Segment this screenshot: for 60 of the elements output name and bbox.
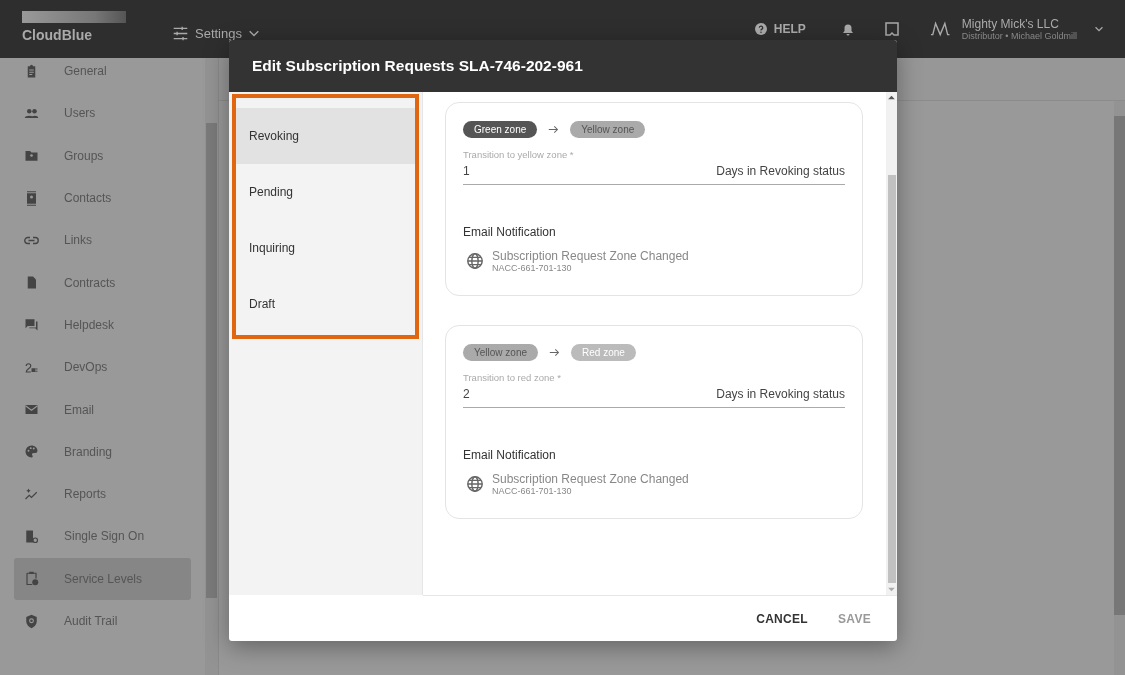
status-tab[interactable]: Pending	[236, 164, 415, 220]
sidebar-item[interactable]: Contacts	[14, 176, 191, 220]
dialog-title: Edit Subscription Requests SLA-746-202-961	[252, 57, 583, 75]
logo-bar-icon	[22, 11, 126, 23]
account-name: Mighty Mick's LLC	[961, 17, 1060, 31]
notification-title: Subscription Request Zone Changed	[492, 249, 689, 263]
help-button[interactable]: HELP	[754, 22, 806, 36]
status-tab[interactable]: Inquiring	[236, 220, 415, 276]
sparkle-chart-icon	[24, 486, 39, 502]
zone-chip: Yellow zone	[570, 121, 646, 138]
section-heading: Email Notification	[463, 448, 557, 462]
globe-icon	[466, 475, 484, 493]
days-field[interactable]: Transition to yellow zone * 1 Days in Revoking status	[463, 149, 845, 185]
sidebar-item[interactable]: Users	[14, 92, 191, 135]
zone-chip: Red zone	[571, 344, 636, 361]
scrollbar[interactable]	[205, 58, 218, 675]
palette-icon	[24, 444, 39, 460]
globe-icon	[466, 252, 484, 270]
notification-id: NACC-661-701-130	[492, 263, 573, 273]
contact-card-icon	[24, 190, 39, 206]
arrow-right-icon	[549, 347, 560, 358]
sidebar-item[interactable]: Branding	[14, 430, 191, 473]
notification-title: Subscription Request Zone Changed	[492, 472, 689, 486]
sidebar-item[interactable]: Audit Trail	[14, 599, 191, 643]
sidebar-item[interactable]: DevOps	[14, 346, 191, 389]
status-tab[interactable]: Revoking	[236, 108, 415, 164]
logo[interactable]: CloudBlue	[22, 11, 172, 43]
days-field[interactable]: Transition to red zone * 2 Days in Revoking status	[463, 372, 845, 408]
sidebar-item[interactable]: Email	[14, 388, 191, 431]
account-menu[interactable]: Mighty Mick's LLC Distributor • Michael Goldmill	[929, 17, 1105, 41]
shield-icon	[24, 613, 39, 629]
notification-id: NACC-661-701-130	[492, 486, 573, 496]
section-heading: Email Notification	[463, 225, 557, 239]
help-icon	[754, 23, 767, 35]
sliders-icon	[172, 24, 189, 42]
scroll-up-icon[interactable]	[888, 95, 895, 100]
sidebar-item[interactable]: Links	[14, 219, 191, 262]
dialog-button[interactable]: CANCEL	[752, 603, 812, 634]
zone-chip: Yellow zone	[463, 344, 538, 361]
account-details: Distributor • Michael Goldmill	[961, 31, 1077, 41]
logo-text: CloudBlue	[22, 27, 93, 43]
settings-menu[interactable]: Settings	[172, 24, 260, 42]
sidebar-item[interactable]: General	[14, 50, 191, 93]
scrollbar[interactable]	[1114, 101, 1125, 675]
sidebar-item[interactable]: Helpdesk	[14, 303, 191, 347]
mail-icon	[24, 402, 39, 417]
sidebar-item[interactable]: Groups	[14, 134, 191, 177]
scroll-down-icon[interactable]	[888, 587, 895, 592]
clipboard-clock-icon	[24, 571, 39, 587]
building-gear-icon	[24, 528, 39, 544]
sidebar-item[interactable]: Reports	[14, 472, 191, 516]
folder-icon	[24, 148, 39, 164]
status-tab[interactable]: Draft	[236, 276, 415, 332]
zone-chip: Green zone	[463, 121, 538, 138]
scrollbar[interactable]	[886, 92, 897, 595]
arrow-right-icon	[548, 124, 560, 135]
inbox-icon[interactable]	[883, 21, 900, 37]
chat-icon	[24, 317, 39, 333]
sidebar-item[interactable]: Contracts	[14, 261, 191, 304]
sidebar-item[interactable]: Single Sign On	[14, 515, 191, 558]
